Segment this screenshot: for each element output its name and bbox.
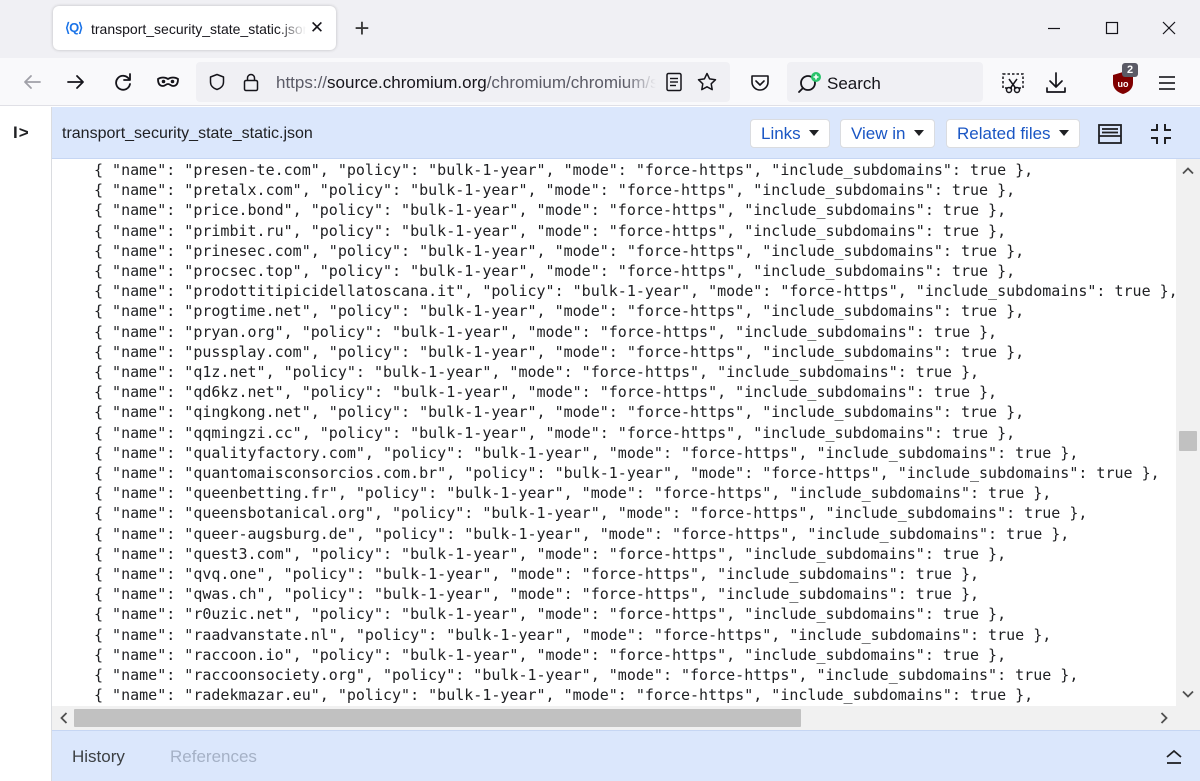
related-files-dropdown-button[interactable]: Related files — [946, 119, 1080, 148]
new-tab-plus-icon[interactable]: + — [349, 15, 375, 41]
tab-history[interactable]: History — [72, 747, 125, 767]
horizontal-scrollbar[interactable] — [52, 706, 1176, 730]
url-host: source.chromium.org — [327, 73, 487, 92]
close-tab-icon[interactable]: ✕ — [306, 17, 328, 39]
scroll-left-arrow-icon[interactable] — [56, 710, 72, 726]
close-window-icon — [1162, 21, 1176, 35]
navigation-toolbar: https://source.chromium.org/chromium/chr… — [0, 58, 1200, 106]
code-viewer[interactable]: { "name": "presen-te.com", "policy": "bu… — [52, 159, 1176, 706]
url-text[interactable]: https://source.chromium.org/chromium/chr… — [276, 73, 656, 93]
minimize-icon — [1048, 27, 1060, 30]
collapse-fullscreen-icon[interactable] — [1148, 121, 1174, 147]
search-placeholder: Search — [827, 74, 881, 93]
pocket-icon[interactable] — [747, 70, 773, 96]
code-line: { "name": "presen-te.com", "policy": "bu… — [94, 161, 1034, 179]
maximize-icon — [1105, 21, 1119, 35]
url-bar[interactable]: https://source.chromium.org/chromium/chr… — [196, 62, 730, 102]
code-line: { "name": "raadvanstate.nl", "policy": "… — [94, 625, 1052, 644]
hamburger-menu-icon[interactable] — [1154, 70, 1180, 96]
mask-icon — [157, 76, 179, 87]
lock-icon[interactable] — [242, 72, 260, 92]
forward-arrow-icon — [67, 75, 84, 89]
private-browsing-indicator — [153, 67, 183, 97]
code-line: { "name": "qd6kz.net", "policy": "bulk-1… — [94, 383, 998, 402]
code-line: { "name": "procsec.top", "policy": "bulk… — [94, 262, 1016, 280]
code-line: { "name": "pretalx.com", "policy": "bulk… — [94, 181, 1016, 200]
code-line: { "name": "prodottitipicidellatoscana.it… — [94, 282, 1176, 301]
related-files-label: Related files — [957, 124, 1051, 143]
codesearch-favicon-icon: ⟨Q⟩ — [65, 20, 83, 35]
scrollbar-corner — [1176, 706, 1200, 730]
file-name: transport_security_state_static.json — [62, 125, 313, 142]
view-in-label: View in — [851, 124, 906, 143]
forward-button[interactable] — [61, 67, 91, 97]
minimize-window-button[interactable] — [1031, 12, 1077, 44]
vertical-scrollbar-thumb[interactable] — [1179, 431, 1197, 451]
expand-panel-icon[interactable] — [1162, 745, 1186, 769]
screenshot-icon[interactable] — [1000, 70, 1026, 96]
tab-title: transport_security_state_static.json — [91, 21, 306, 37]
links-label: Links — [761, 124, 801, 143]
bookmark-star-icon[interactable] — [696, 71, 718, 93]
code-line: { "name": "raccoon.io", "policy": "bulk-… — [94, 645, 1007, 664]
search-bar[interactable]: Search — [787, 62, 983, 102]
reload-icon — [115, 73, 131, 91]
code-line: { "name": "quantomaisconsorcios.com.br",… — [94, 464, 1160, 482]
code-line: { "name": "pryan.org", "policy": "bulk-1… — [94, 322, 998, 341]
extension-badge: 2 — [1122, 63, 1138, 77]
code-line: { "name": "queer-augsburg.de", "policy":… — [94, 524, 1070, 543]
code-line: { "name": "pussplay.com", "policy": "bul… — [94, 342, 1025, 361]
bottom-panel: History References — [52, 730, 1200, 781]
code-line: { "name": "qqmingzi.cc", "policy": "bulk… — [94, 423, 1016, 442]
reader-view-icon[interactable] — [664, 72, 684, 92]
search-engine-icon — [798, 72, 821, 93]
browser-tab[interactable]: ⟨Q⟩ transport_security_state_static.json… — [53, 6, 336, 50]
code-line: { "name": "quest3.com", "policy": "bulk-… — [94, 544, 1007, 563]
left-rail: I> — [0, 107, 52, 781]
url-path: /chromium/chromium/src/+/main:net/http/t… — [486, 73, 656, 92]
code-line: { "name": "qualityfactory.com", "policy"… — [94, 443, 1079, 462]
maximize-window-button[interactable] — [1089, 12, 1135, 44]
chevron-down-icon — [913, 129, 924, 136]
url-scheme: https:// — [276, 73, 328, 92]
code-line: { "name": "radekmazar.eu", "policy": "bu… — [94, 686, 1034, 705]
expand-sidebar-icon[interactable]: I> — [13, 122, 39, 144]
layout-panel-icon[interactable] — [1097, 121, 1123, 147]
download-icon[interactable] — [1043, 70, 1069, 96]
file-header: transport_security_state_static.json Lin… — [52, 107, 1200, 159]
svg-text:uo: uo — [1118, 79, 1129, 89]
code-line: { "name": "queenbetting.fr", "policy": "… — [94, 484, 1052, 503]
chevron-down-icon — [1058, 129, 1069, 136]
code-line: { "name": "r0uzic.net", "policy": "bulk-… — [94, 605, 1007, 624]
code-line: { "name": "qvq.one", "policy": "bulk-1-y… — [94, 565, 980, 583]
tab-strip: ⟨Q⟩ transport_security_state_static.json… — [0, 0, 1200, 58]
horizontal-scrollbar-thumb[interactable] — [74, 709, 801, 727]
code-line: { "name": "qwas.ch", "policy": "bulk-1-y… — [94, 585, 980, 604]
tab-references[interactable]: References — [170, 747, 257, 767]
code-line: { "name": "queensbotanical.org", "policy… — [94, 504, 1088, 523]
back-button[interactable] — [17, 67, 47, 97]
close-window-button[interactable] — [1146, 12, 1192, 44]
back-arrow-icon — [24, 75, 41, 89]
links-dropdown-button[interactable]: Links — [750, 119, 830, 148]
code-line: { "name": "prinesec.com", "policy": "bul… — [94, 241, 1025, 260]
view-in-dropdown-button[interactable]: View in — [840, 119, 935, 148]
reload-button[interactable] — [108, 67, 138, 97]
code-line: { "name": "price.bond", "policy": "bulk-… — [94, 201, 1007, 220]
scroll-up-arrow-icon[interactable] — [1180, 163, 1196, 179]
code-line: { "name": "progtime.net", "policy": "bul… — [94, 302, 1025, 321]
code-line: { "name": "q1z.net", "policy": "bulk-1-y… — [94, 363, 980, 381]
tracking-shield-icon[interactable] — [208, 73, 226, 91]
code-line: { "name": "qingkong.net", "policy": "bul… — [94, 403, 1025, 422]
scroll-right-arrow-icon[interactable] — [1156, 710, 1172, 726]
code-line: { "name": "raccoonsociety.org", "policy"… — [94, 666, 1079, 684]
vertical-scrollbar[interactable] — [1176, 159, 1200, 706]
scroll-down-arrow-icon[interactable] — [1180, 686, 1196, 702]
code-line: { "name": "primbit.ru", "policy": "bulk-… — [94, 221, 1007, 240]
chevron-down-icon — [808, 129, 819, 136]
